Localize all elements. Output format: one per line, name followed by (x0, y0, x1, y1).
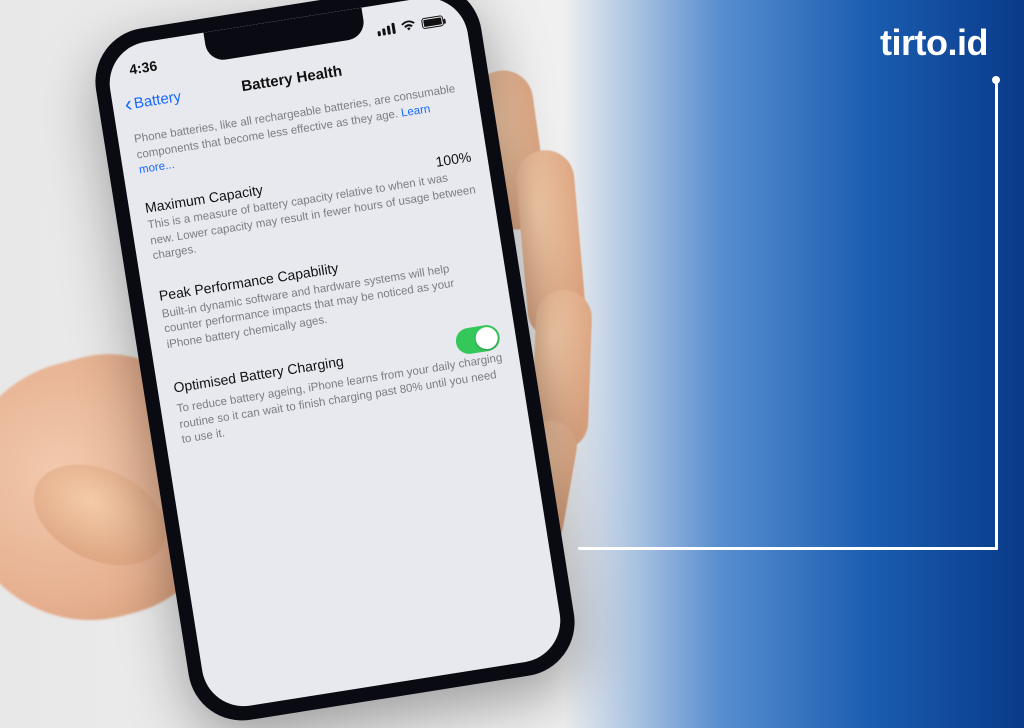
status-icons (376, 15, 444, 36)
wifi-icon (400, 19, 417, 32)
logo-text: tirto.id (880, 22, 988, 64)
back-button[interactable]: ‹ Battery (123, 85, 183, 116)
settings-content: Phone batteries, like all rechargeable b… (116, 71, 529, 475)
hand-holding-phone: 4:36 ‹ Battery Battery Health (0, 0, 780, 576)
phone-screen: 4:36 ‹ Battery Battery Health (104, 0, 567, 712)
battery-icon (421, 15, 444, 29)
tirto-logo: tirto.id (880, 22, 988, 64)
frame-horizontal-line (578, 547, 998, 550)
toggle-knob (474, 326, 499, 351)
iphone-device: 4:36 ‹ Battery Battery Health (88, 0, 583, 728)
status-time: 4:36 (128, 57, 158, 77)
optimised-charging-toggle[interactable] (454, 324, 502, 357)
cellular-signal-icon (376, 22, 395, 36)
back-label: Battery (133, 88, 183, 112)
frame-vertical-line (995, 80, 998, 550)
